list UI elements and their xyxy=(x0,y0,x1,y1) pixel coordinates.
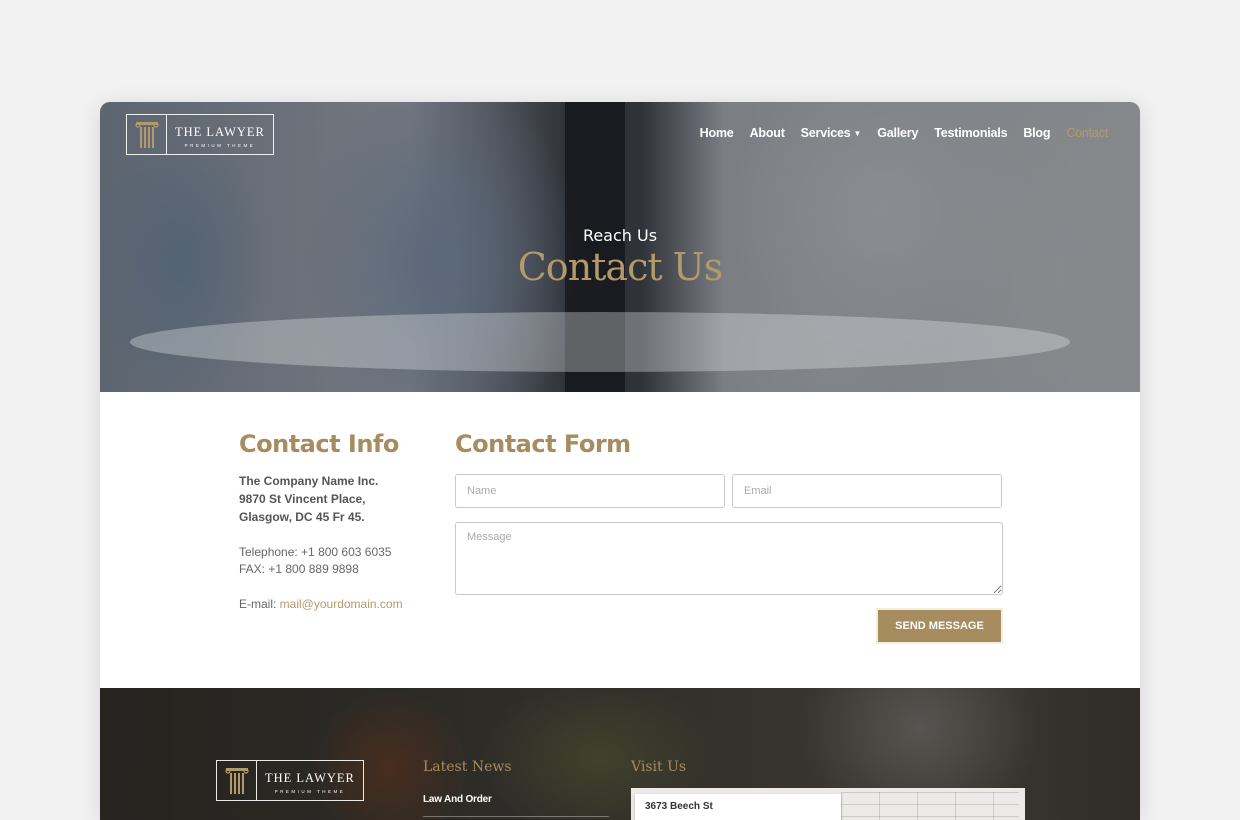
divider xyxy=(423,816,609,817)
nav-home[interactable]: Home xyxy=(700,126,734,140)
footer-logo-tagline: PREMIUM THEME xyxy=(274,788,346,794)
nav-services[interactable]: Services ▼ xyxy=(801,126,862,140)
contact-form: Contact Form SEND MESSAGE xyxy=(455,430,1003,644)
contact-info-title: Contact Info xyxy=(239,430,399,458)
hero-banner: THE LAWYER PREMIUM THEME Home About Serv… xyxy=(100,102,1140,392)
email-input[interactable] xyxy=(732,474,1002,508)
email-label: E-mail: xyxy=(239,597,280,611)
contact-section: Contact Info The Company Name Inc. 9870 … xyxy=(100,392,1140,688)
email-link[interactable]: mail@yourdomain.com xyxy=(280,597,403,611)
pillar-icon xyxy=(217,761,257,800)
street-address: 9870 St Vincent Place, xyxy=(239,492,366,506)
fax: FAX: +1 800 889 9898 xyxy=(239,562,359,576)
page-title: Contact Us xyxy=(517,245,724,289)
send-message-button[interactable]: SEND MESSAGE xyxy=(876,608,1003,644)
phone-block: Telephone: +1 800 603 6035 FAX: +1 800 8… xyxy=(239,544,439,578)
footer: THE LAWYER PREMIUM THEME Latest News Law… xyxy=(100,688,1140,820)
city-address: Glasgow, DC 45 Fr 45. xyxy=(239,510,365,524)
message-textarea[interactable] xyxy=(455,522,1003,595)
nav-gallery[interactable]: Gallery xyxy=(877,126,918,140)
map-embed[interactable]: 3673 Beech St xyxy=(631,788,1025,820)
name-input[interactable] xyxy=(455,474,725,508)
company-name: The Company Name Inc. xyxy=(239,474,379,488)
caret-down-icon: ▼ xyxy=(853,128,862,138)
address-block: The Company Name Inc. 9870 St Vincent Pl… xyxy=(239,472,439,526)
map-address-card: 3673 Beech St xyxy=(635,794,841,820)
hero-heading: Reach Us Contact Us xyxy=(100,226,1140,289)
logo-name: THE LAWYER xyxy=(175,124,265,139)
nav-services-label: Services xyxy=(800,126,851,140)
logo-tagline: PREMIUM THEME xyxy=(184,142,256,148)
news-item-link[interactable]: Law And Order xyxy=(423,794,492,805)
browser-page: THE LAWYER PREMIUM THEME Home About Serv… xyxy=(100,102,1140,820)
footer-logo-name: THE LAWYER xyxy=(265,770,355,785)
nav-testimonials[interactable]: Testimonials xyxy=(934,126,1007,140)
hero-subtitle: Reach Us xyxy=(582,226,658,245)
nav-about[interactable]: About xyxy=(750,126,785,140)
pillar-icon xyxy=(127,115,167,154)
email-line: E-mail: mail@yourdomain.com xyxy=(239,597,439,611)
contact-form-title: Contact Form xyxy=(455,430,631,458)
latest-news-title: Latest News xyxy=(423,759,512,775)
site-logo[interactable]: THE LAWYER PREMIUM THEME xyxy=(126,114,274,155)
telephone: Telephone: +1 800 603 6035 xyxy=(239,545,392,559)
nav-blog[interactable]: Blog xyxy=(1023,126,1050,140)
nav-contact[interactable]: Contact xyxy=(1066,126,1108,140)
footer-logo[interactable]: THE LAWYER PREMIUM THEME xyxy=(216,760,364,801)
contact-info: Contact Info The Company Name Inc. 9870 … xyxy=(239,430,439,611)
main-nav: Home About Services ▼ Gallery Testimonia… xyxy=(684,126,1109,140)
visit-us-title: Visit Us xyxy=(631,759,687,775)
